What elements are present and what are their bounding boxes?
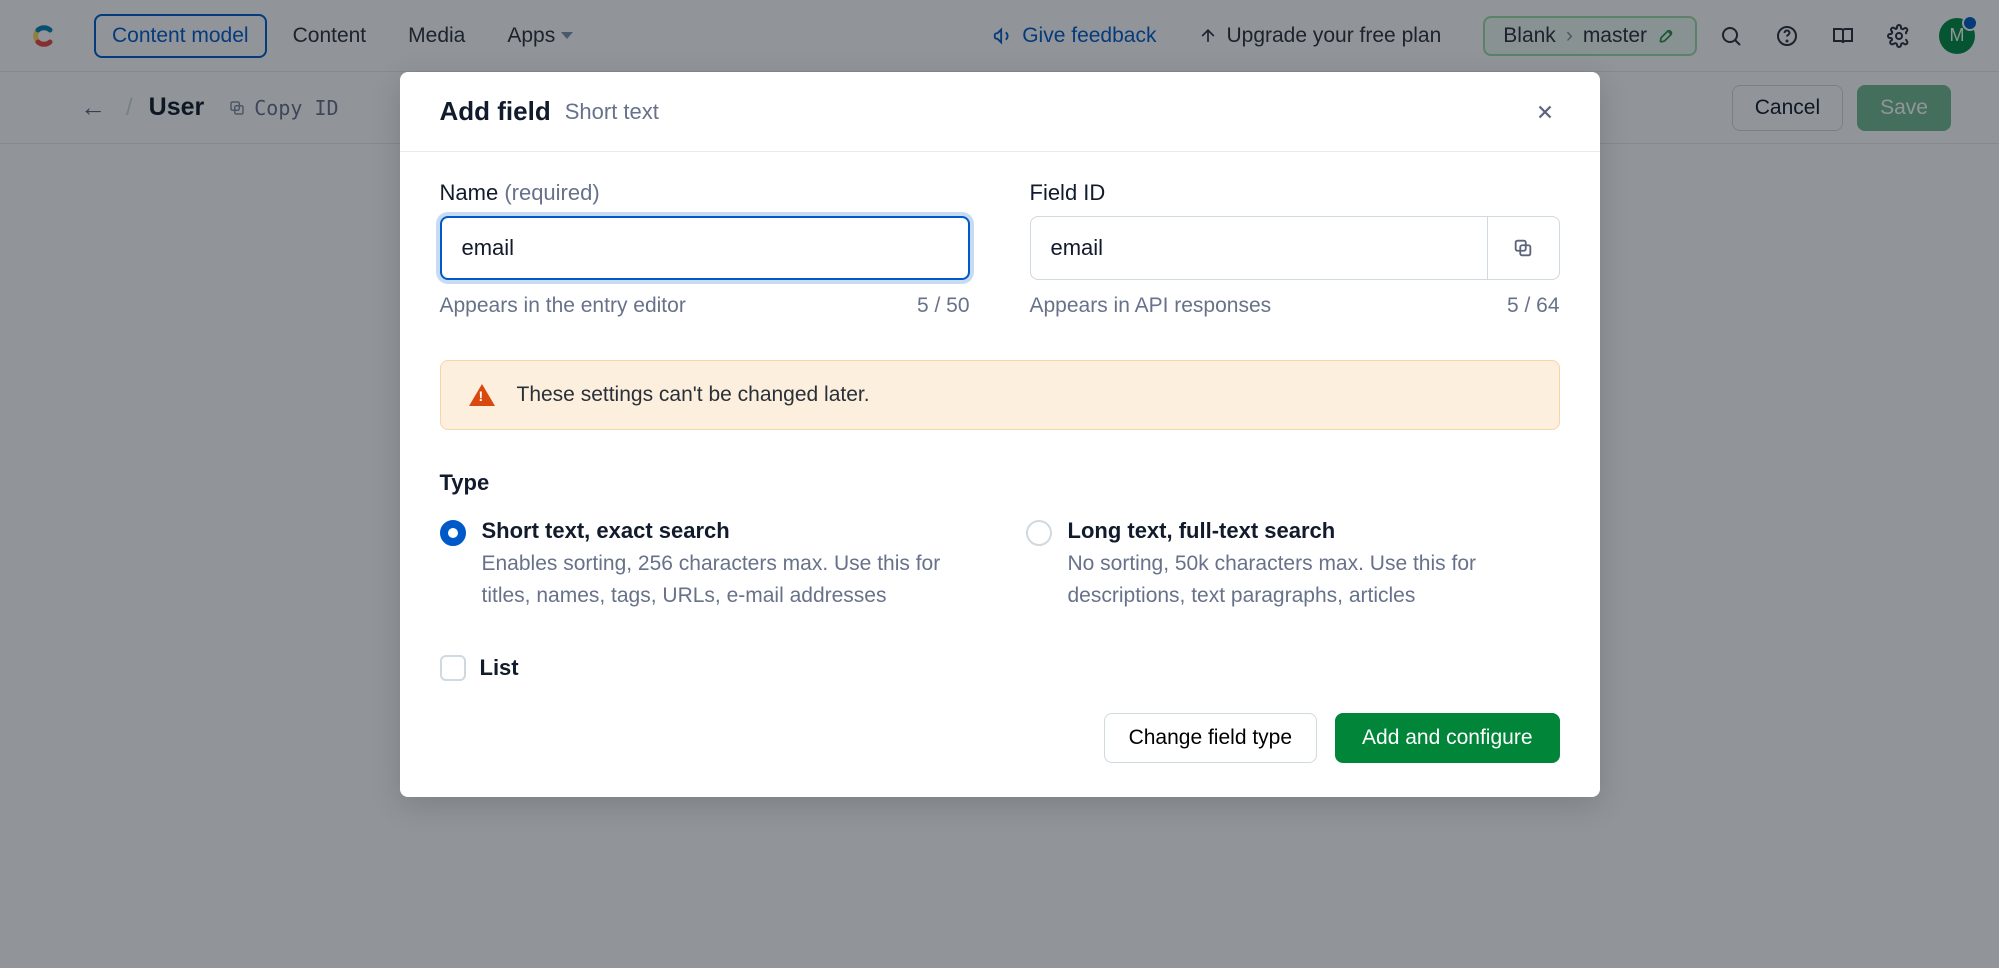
fieldid-counter: 5 / 64 [1507,294,1560,318]
modal-overlay[interactable]: Add field Short text Name (required) App… [0,0,1999,968]
name-label: Name (required) [440,180,970,206]
change-field-type-button[interactable]: Change field type [1104,713,1317,763]
type-option-content: Short text, exact search Enables sorting… [482,518,974,611]
modal-subtitle: Short text [565,99,659,125]
type-option-short-text[interactable]: Short text, exact search Enables sorting… [440,518,974,611]
required-indicator: (required) [504,180,599,205]
name-hint: Appears in the entry editor [440,294,686,318]
radio-long-text[interactable] [1026,520,1052,546]
fieldid-input[interactable] [1030,216,1488,280]
type-long-title: Long text, full-text search [1068,518,1560,544]
warning-text: These settings can't be changed later. [517,383,870,407]
radio-short-text[interactable] [440,520,466,546]
fieldid-label: Field ID [1030,180,1560,206]
name-field-group: Name (required) Appears in the entry edi… [440,180,970,318]
fieldid-field-group: Field ID Appears in API responses 5 / 64 [1030,180,1560,318]
type-options: Short text, exact search Enables sorting… [440,518,1560,611]
add-and-configure-button[interactable]: Add and configure [1335,713,1559,763]
fieldid-wrap [1030,216,1560,280]
close-icon [1534,101,1556,123]
list-checkbox[interactable] [440,655,466,681]
list-label: List [480,655,519,681]
warning-icon [469,384,495,406]
type-short-desc: Enables sorting, 256 characters max. Use… [482,548,974,611]
type-long-desc: No sorting, 50k characters max. Use this… [1068,548,1560,611]
name-hint-row: Appears in the entry editor 5 / 50 [440,294,970,318]
type-short-title: Short text, exact search [482,518,974,544]
fieldid-hint-row: Appears in API responses 5 / 64 [1030,294,1560,318]
form-row: Name (required) Appears in the entry edi… [440,180,1560,318]
fieldid-hint: Appears in API responses [1030,294,1272,318]
modal-footer: Change field type Add and configure [400,693,1600,797]
list-checkbox-row[interactable]: List [440,655,1560,681]
close-button[interactable] [1530,97,1560,127]
type-option-content: Long text, full-text search No sorting, … [1068,518,1560,611]
add-field-modal: Add field Short text Name (required) App… [400,72,1600,797]
name-counter: 5 / 50 [917,294,970,318]
name-label-text: Name [440,180,499,205]
warning-box: These settings can't be changed later. [440,360,1560,430]
modal-body: Name (required) Appears in the entry edi… [400,152,1600,693]
modal-title: Add field [440,96,551,127]
copy-icon [1512,237,1534,259]
type-label: Type [440,470,1560,496]
name-input[interactable] [440,216,970,280]
type-option-long-text[interactable]: Long text, full-text search No sorting, … [1026,518,1560,611]
modal-header: Add field Short text [400,72,1600,152]
type-section: Type Short text, exact search Enables so… [440,470,1560,681]
copy-fieldid-button[interactable] [1488,216,1560,280]
